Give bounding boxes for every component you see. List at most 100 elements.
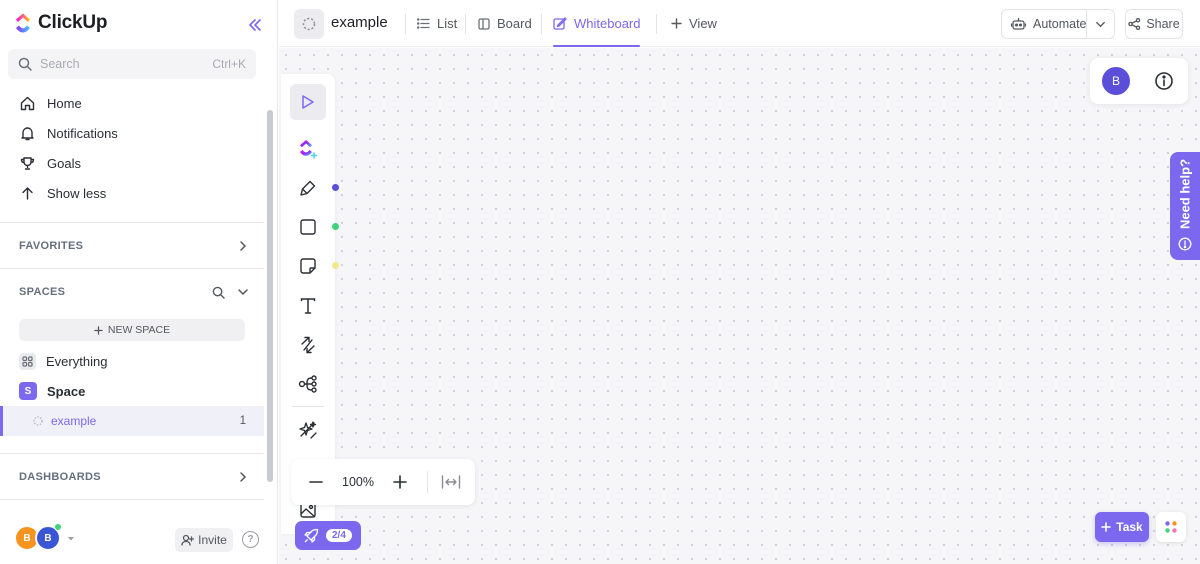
pen-icon [300,180,316,196]
add-view-button[interactable]: View [671,0,717,47]
nav-item-label: Notifications [47,125,118,141]
help-button[interactable]: ? [242,531,259,548]
avatar[interactable]: B [1100,65,1132,97]
task-label: Task [1116,520,1143,534]
tab-board[interactable]: Board [478,0,532,47]
sticky-color-indicator [332,262,339,269]
search-shortcut: Ctrl+K [212,57,246,71]
bell-icon [21,126,34,140]
search-icon [18,57,32,71]
tab-label: List [437,16,458,31]
select-tool[interactable] [290,84,326,120]
chevron-down-icon[interactable] [237,286,249,298]
share-icon [1128,18,1141,30]
tab-label: Whiteboard [574,16,641,31]
logo-text: ClickUp [38,12,108,33]
chat-help-icon [1178,237,1192,251]
trophy-icon [20,156,35,170]
nav-item-notifications[interactable]: Notifications [8,118,264,148]
favorites-section-header[interactable]: FAVORITES [19,236,249,256]
chevron-right-icon [240,472,247,482]
tab-whiteboard[interactable]: Whiteboard [553,0,641,47]
sidebar-item-example[interactable]: example 1 [0,406,264,436]
plus-icon [393,475,407,489]
nav-item-home[interactable]: Home [8,88,264,118]
cursor-icon [302,95,314,109]
board-icon [478,17,490,30]
tab-label: Board [497,16,532,31]
online-status-dot [54,523,62,531]
collaborators-panel: B [1090,58,1188,104]
sidebar-item-everything[interactable]: Everything [19,350,259,372]
main-nav: Home Notifications Goals Show less [8,88,264,208]
divider [405,14,406,34]
tab-list[interactable]: List [417,0,457,47]
whiteboard-doc-icon[interactable] [294,9,324,39]
ai-generate-tool[interactable] [290,412,326,448]
add-user-icon [181,534,195,546]
favorites-title: FAVORITES [19,240,84,252]
zoom-level[interactable]: 100% [333,475,383,489]
plus-icon [671,18,682,29]
divider [0,268,264,269]
sidebar-item-space[interactable]: S Space [19,380,259,402]
divider [0,499,264,500]
apps-button[interactable] [1156,512,1186,542]
sidebar-scrollbar[interactable] [267,110,273,482]
list-icon [417,18,430,29]
logo[interactable]: ClickUp [14,12,108,34]
sidebar-item-label: example [51,414,97,428]
top-bar: example List Board Whiteboard View Autom… [279,0,1200,47]
pen-tool[interactable] [290,170,326,206]
shape-tool[interactable] [290,209,326,245]
share-button[interactable]: Share [1125,9,1183,39]
automate-button[interactable]: Automate [1001,9,1115,39]
mind-map-tool[interactable] [290,366,326,402]
new-space-button[interactable]: NEW SPACE [19,319,245,341]
progress-count: 2/4 [326,529,352,542]
onboarding-progress-button[interactable]: 2/4 [295,521,361,550]
sidebar-item-label: Everything [46,353,108,369]
zoom-out-button[interactable] [299,465,333,499]
divider [656,14,657,34]
divider [427,471,428,493]
add-task-button[interactable]: Task [1095,512,1149,542]
nav-item-goals[interactable]: Goals [8,148,264,178]
spaces-section-header[interactable]: SPACES [19,282,249,302]
mind-map-icon [298,375,317,393]
share-label: Share [1146,17,1180,31]
search-input[interactable]: Search Ctrl+K [8,49,256,79]
clickup-add-icon [300,140,318,159]
whiteboard-icon [553,17,567,30]
nav-item-show-less[interactable]: Show less [8,178,264,208]
plus-icon [1101,522,1112,532]
zoom-in-button[interactable] [383,465,417,499]
fit-to-screen-button[interactable] [434,465,468,499]
text-tool[interactable] [290,288,326,324]
page-title[interactable]: example [331,14,388,31]
sidebar: ClickUp Search Ctrl+K Home Notifications… [0,0,278,564]
invite-button[interactable]: Invite [175,528,233,552]
text-icon [300,298,316,314]
clickup-items-tool[interactable] [290,131,326,167]
need-help-tab[interactable]: Need help? [1170,152,1200,260]
divider [292,406,324,407]
sidebar-item-label: Space [47,383,86,399]
home-icon [20,96,35,110]
tab-label: View [689,16,717,31]
collapse-sidebar-button[interactable] [244,14,266,36]
nav-item-label: Show less [47,185,107,201]
search-icon[interactable] [212,286,225,299]
divider [465,14,466,34]
automate-dropdown[interactable] [1086,10,1114,38]
sticky-note-tool[interactable] [290,248,326,284]
fit-width-icon [441,475,461,489]
connector-tool[interactable] [290,327,326,363]
dashboards-section-header[interactable]: DASHBOARDS [19,467,249,487]
minus-icon [309,481,323,483]
invite-label: Invite [198,533,227,547]
divider [0,453,264,454]
info-icon[interactable] [1154,71,1174,91]
caret-down-icon[interactable] [67,536,75,542]
search-placeholder: Search [40,57,80,71]
